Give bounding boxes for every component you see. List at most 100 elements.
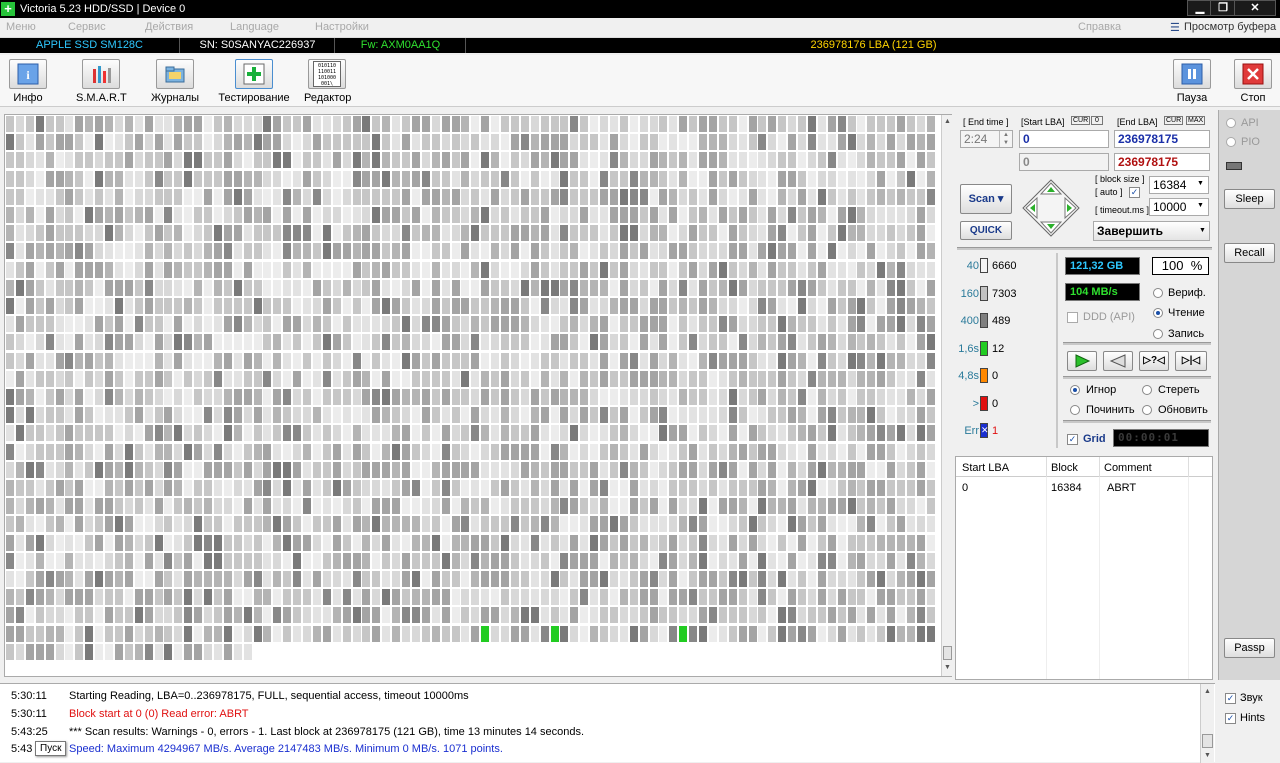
surface-block [788, 534, 797, 551]
surface-block [718, 352, 727, 369]
scroll-thumb[interactable] [943, 646, 952, 660]
quick-button[interactable]: QUICK [960, 221, 1012, 240]
finish-action-select[interactable]: Завершить [1093, 221, 1210, 241]
surface-block [609, 498, 618, 515]
surface-block [6, 389, 14, 405]
menu-item-menu[interactable]: Меню [6, 21, 36, 33]
surface-block [550, 225, 559, 242]
menu-item-service[interactable]: Сервис [68, 21, 106, 33]
menu-item-help[interactable]: Справка [1078, 21, 1121, 33]
surface-block [639, 425, 648, 442]
surface-block [114, 480, 123, 496]
surface-block [629, 279, 638, 296]
log-scroll-up-icon[interactable]: ▲ [1204, 688, 1211, 695]
reverse-button[interactable] [1103, 351, 1133, 371]
surface-block [590, 389, 599, 405]
refresh-radio[interactable] [1142, 405, 1152, 415]
surface-block [352, 516, 361, 533]
menu-item-language[interactable]: Language [230, 21, 279, 33]
scan-button[interactable]: Scan ▾ [960, 184, 1012, 214]
end-max-button[interactable]: MAX [1186, 116, 1206, 125]
grid-checkbox[interactable]: ✓ [1067, 434, 1078, 445]
random-button[interactable]: ▷?◁ [1139, 351, 1169, 371]
surface-block [639, 498, 648, 515]
surface-block [669, 625, 678, 642]
finish-dropdown-icon[interactable]: ▼ [1199, 227, 1206, 234]
surface-block [570, 316, 579, 333]
smart-button[interactable]: S.M.A.R.T [76, 59, 127, 104]
direction-pad-icon[interactable] [1021, 178, 1081, 238]
surface-block [352, 534, 361, 551]
write-radio[interactable] [1153, 329, 1163, 339]
close-button[interactable]: ✕ [1234, 0, 1276, 16]
journals-button[interactable]: Журналы [151, 59, 199, 104]
surface-block [540, 352, 549, 369]
surface-block [570, 625, 579, 642]
surface-block [213, 516, 222, 533]
header-start-lba[interactable]: Start LBA [962, 462, 1009, 474]
pio-radio[interactable] [1226, 137, 1236, 147]
recall-button[interactable]: Recall [1224, 243, 1275, 263]
scroll-down-icon[interactable]: ▼ [944, 664, 951, 671]
log-scroll-down-icon[interactable]: ▼ [1204, 752, 1211, 759]
header-comment[interactable]: Comment [1104, 462, 1152, 474]
start-cur-button[interactable]: CUR [1071, 116, 1091, 125]
menu-item-actions[interactable]: Действия [145, 21, 193, 33]
surface-block [45, 534, 54, 551]
stop-button[interactable]: Стоп [1233, 59, 1273, 104]
surface-block [6, 334, 14, 351]
read-radio[interactable] [1153, 308, 1163, 318]
sound-checkbox[interactable]: ✓ [1225, 693, 1236, 704]
info-button[interactable]: i Инфо [8, 59, 48, 104]
ignore-radio[interactable] [1070, 385, 1080, 395]
timeout-dropdown-icon[interactable]: ▼ [1197, 202, 1204, 209]
block-size-dropdown-icon[interactable]: ▼ [1197, 180, 1204, 187]
log-scrollbar[interactable]: ▲ ▼ [1200, 684, 1214, 763]
surface-block [570, 279, 579, 296]
surface-block [35, 116, 44, 132]
auto-checkbox[interactable]: ✓ [1129, 187, 1140, 198]
sleep-button[interactable]: Sleep [1224, 189, 1275, 209]
play-button[interactable] [1067, 351, 1097, 371]
surface-block [312, 443, 321, 460]
start-lba-input[interactable]: 0 [1019, 130, 1109, 148]
ddd-checkbox[interactable] [1067, 312, 1078, 323]
surface-block [550, 334, 559, 351]
surface-block [590, 134, 599, 151]
start-zero-button[interactable]: 0 [1091, 116, 1103, 125]
clipboard-icon[interactable]: ☰ [1170, 21, 1180, 34]
passp-button[interactable]: Passp [1224, 638, 1275, 658]
log-scroll-thumb[interactable] [1202, 734, 1213, 748]
surface-block [609, 134, 618, 151]
surface-block [184, 589, 193, 606]
header-block[interactable]: Block [1051, 462, 1078, 474]
surface-block [441, 188, 450, 205]
surface-block [778, 552, 787, 569]
repair-radio[interactable] [1070, 405, 1080, 415]
scroll-up-icon[interactable]: ▲ [944, 118, 951, 125]
maximize-button[interactable]: ❐ [1210, 0, 1236, 16]
surface-block [322, 352, 331, 369]
surface-block [659, 589, 668, 606]
end-time-spinner-icon[interactable]: ▲ ▼ [999, 131, 1012, 147]
surface-block [817, 425, 826, 442]
table-row[interactable]: 0 16384 ABRT [956, 479, 1212, 497]
editor-button[interactable]: 010110 110011 101000 001\ Редактор [304, 59, 351, 104]
clipboard-view-link[interactable]: Просмотр буфера [1184, 21, 1276, 33]
erase-radio[interactable] [1142, 385, 1152, 395]
menu-item-settings[interactable]: Настройки [315, 21, 369, 33]
api-radio[interactable] [1226, 118, 1236, 128]
end-lba-input[interactable]: 236978175 [1114, 130, 1210, 148]
butterfly-button[interactable]: ▷|◁ [1175, 351, 1207, 371]
surface-block [748, 170, 757, 187]
testing-button[interactable]: Тестирование [218, 59, 290, 104]
surface-block [738, 279, 747, 296]
pause-button[interactable]: Пауза [1172, 59, 1212, 104]
surface-block [788, 207, 797, 223]
hints-checkbox[interactable]: ✓ [1225, 713, 1236, 724]
surface-block [243, 498, 252, 515]
surface-block [481, 625, 490, 642]
map-scrollbar[interactable]: ▲ ▼ [941, 115, 953, 676]
end-cur-button[interactable]: CUR [1164, 116, 1184, 125]
verify-radio[interactable] [1153, 288, 1163, 298]
